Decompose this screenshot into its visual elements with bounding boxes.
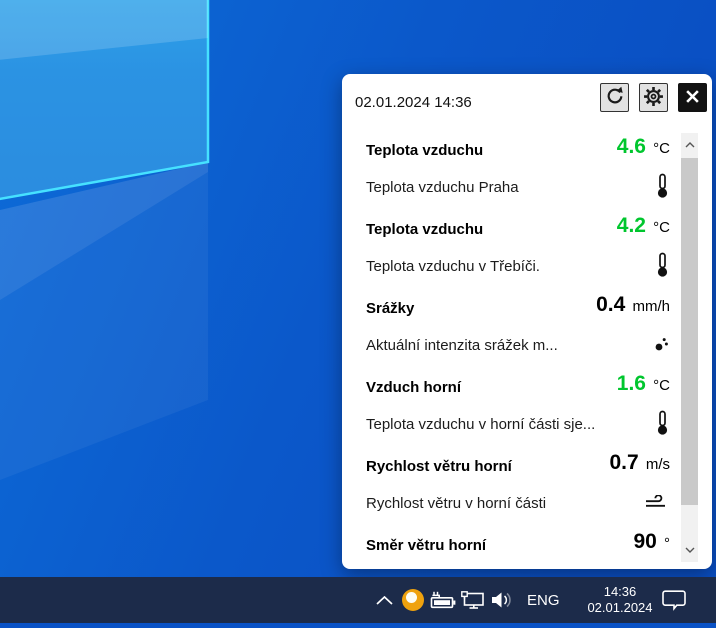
close-icon [685,89,700,107]
wind-icon [645,489,669,515]
weather-widget-panel: 02.01.2024 14:36 [342,74,712,569]
sensor-row[interactable]: Rychlost větru horní Rychlost větru v ho… [366,449,670,528]
taskbar-time: 14:36 [604,584,637,600]
scrollbar-thumb[interactable] [681,158,698,505]
app-tray-icon[interactable] [402,577,424,623]
sensor-row[interactable]: Teplota vzduchu Teplota vzduchu v Třebíč… [366,212,670,291]
thermometer-icon [645,410,669,436]
sensor-title: Vzduch horní [366,379,461,396]
sensor-title: Rychlost větru horní [366,458,512,475]
sensor-subtitle: Teplota vzduchu v horní části sje... [366,416,595,433]
sensor-value: 0.4 mm/h [596,293,670,317]
sensor-title: Srážky [366,300,414,317]
scrollbar[interactable] [681,133,698,562]
sensor-value: 90 ° [633,530,670,554]
action-center-icon[interactable] [662,577,687,623]
sensor-subtitle: Rychlost větru v horní části [366,495,546,512]
taskbar: ENG 14:36 02.01.2024 [0,577,716,623]
thermometer-icon [645,252,669,278]
sensor-title: Teplota vzduchu [366,221,483,238]
sensor-row[interactable]: Teplota vzduchu Teplota vzduchu Praha 4.… [366,133,670,212]
sensor-subtitle: Aktuální intenzita srážek m... [366,337,558,354]
sensor-subtitle: Teplota vzduchu Praha [366,179,519,196]
sensor-row[interactable]: Srážky Aktuální intenzita srážek m... 0.… [366,291,670,370]
gear-icon [643,86,664,110]
sensor-value: 4.2 °C [617,214,670,238]
raindrops-icon [645,331,669,357]
sensor-list: Teplota vzduchu Teplota vzduchu Praha 4.… [366,133,670,569]
scroll-down-icon[interactable] [681,538,698,562]
scroll-up-icon[interactable] [681,133,698,157]
network-icon[interactable] [461,577,487,623]
widget-datetime: 02.01.2024 14:36 [355,94,472,111]
close-button[interactable] [678,83,707,112]
widget-header: 02.01.2024 14:36 [342,74,712,130]
sensor-subtitle: Teplota vzduchu v Třebíči. [366,258,540,275]
battery-charging-icon[interactable] [430,577,457,623]
header-buttons [600,83,707,112]
taskbar-clock[interactable]: 14:36 02.01.2024 [581,577,659,623]
sensor-row[interactable]: Směr větru horní 90 ° [366,528,670,569]
refresh-icon [605,86,625,109]
thermometer-icon [645,173,669,199]
volume-icon[interactable] [491,577,517,623]
sensor-value: 0.7 m/s [609,451,670,475]
sensor-value: 1.6 °C [617,372,670,396]
taskbar-date: 02.01.2024 [587,600,652,616]
settings-button[interactable] [639,83,668,112]
sensor-title: Teplota vzduchu [366,142,483,159]
language-indicator[interactable]: ENG [527,577,560,623]
refresh-button[interactable] [600,83,629,112]
sensor-title: Směr větru horní [366,537,486,554]
sensor-row[interactable]: Vzduch horní Teplota vzduchu v horní čás… [366,370,670,449]
sensor-value: 4.6 °C [617,135,670,159]
hidden-icons-chevron-icon[interactable] [376,577,393,623]
